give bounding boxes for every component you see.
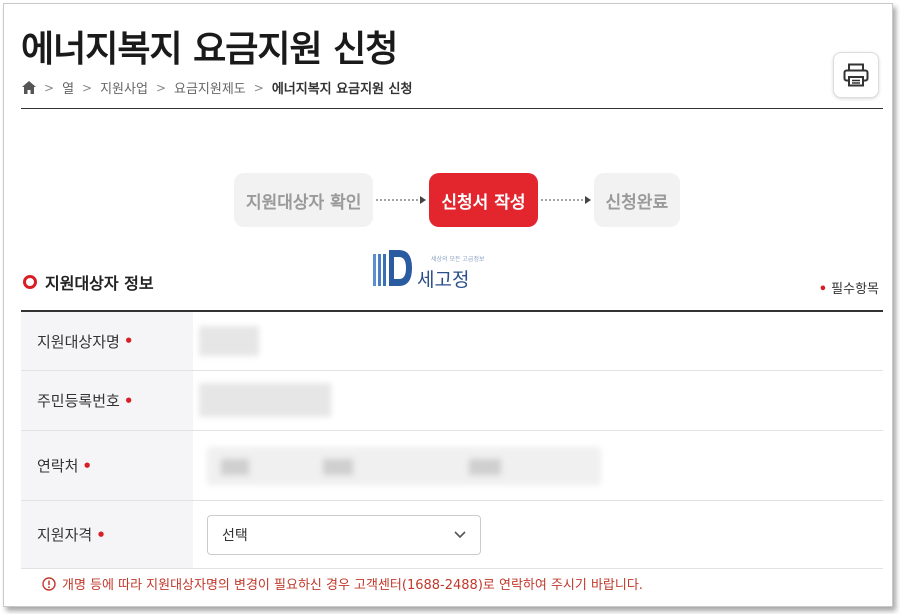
redacted-value bbox=[469, 459, 501, 475]
step-complete: 신청완료 bbox=[593, 173, 681, 227]
print-button[interactable] bbox=[833, 52, 879, 98]
breadcrumb-current: 에너지복지 요금지원 신청 bbox=[271, 82, 413, 97]
breadcrumb-item-1[interactable]: 열 bbox=[62, 78, 74, 97]
notice-message: 개명 등에 따라 지원대상자명의 변경이 필요하신 경우 고객센터(1688-2… bbox=[42, 574, 643, 593]
section-title-text: 지원대상자 정보 bbox=[45, 274, 154, 293]
label-text: 지원자격 bbox=[37, 526, 93, 544]
title-divider bbox=[21, 108, 883, 109]
arrow-right-icon bbox=[540, 196, 591, 204]
progress-steps: 지원대상자 확인 신청서 작성 신청완료 bbox=[234, 173, 681, 227]
form-row-name: 지원대상자명 • bbox=[21, 312, 883, 371]
field-label-rrn: 주민등록번호 • bbox=[21, 371, 193, 430]
label-text: 연락처 bbox=[37, 457, 79, 475]
field-value-phone bbox=[193, 431, 883, 500]
field-value-qualification: 선택 bbox=[193, 501, 883, 568]
redacted-value bbox=[221, 459, 249, 475]
field-value-name bbox=[193, 312, 883, 370]
field-label-qualification: 지원자격 • bbox=[21, 501, 193, 568]
logo-mark-icon bbox=[373, 250, 412, 286]
form-row-phone: 연락처 • bbox=[21, 431, 883, 501]
arrow-right-icon bbox=[376, 196, 427, 204]
ring-icon bbox=[23, 275, 37, 289]
breadcrumb-separator: > bbox=[253, 80, 264, 95]
step-write-application: 신청서 작성 bbox=[429, 173, 538, 227]
breadcrumb: > 열 > 지원사업 > 요금지원제도 > 에너지복지 요금지원 신청 bbox=[22, 78, 412, 97]
breadcrumb-separator: > bbox=[155, 80, 166, 95]
watermark-name: 세고정 bbox=[417, 269, 470, 291]
redacted-value bbox=[199, 326, 259, 356]
required-mark: • bbox=[123, 332, 134, 350]
required-mark: • bbox=[82, 456, 92, 475]
redacted-value bbox=[199, 383, 331, 417]
watermark-tagline: 세상의 모든 고급정보 bbox=[431, 256, 485, 263]
form-row-rrn: 주민등록번호 • bbox=[21, 371, 883, 431]
field-value-rrn bbox=[193, 371, 883, 430]
required-note-text: 필수항목 bbox=[831, 282, 879, 297]
step-confirm-target: 지원대상자 확인 bbox=[234, 173, 374, 227]
breadcrumb-item-2[interactable]: 지원사업 bbox=[100, 78, 148, 97]
qualification-select[interactable]: 선택 bbox=[207, 515, 481, 555]
page-title: 에너지복지 요금지원 신청 bbox=[21, 29, 398, 70]
required-note: • 필수항목 bbox=[819, 278, 879, 297]
redacted-value bbox=[207, 447, 601, 485]
watermark-logo: 세상의 모든 고급정보 세고정 bbox=[373, 248, 485, 292]
field-label-phone: 연락처 • bbox=[21, 431, 193, 500]
section-title: 지원대상자 정보 bbox=[23, 270, 154, 294]
required-mark: • bbox=[123, 391, 134, 410]
label-text: 주민등록번호 bbox=[37, 392, 120, 410]
applicant-form: 지원대상자명 • 주민등록번호 • 연락처 • 지원자격 • 선택 bbox=[21, 310, 883, 569]
breadcrumb-separator: > bbox=[44, 80, 55, 95]
breadcrumb-item-3[interactable]: 요금지원제도 bbox=[174, 78, 246, 97]
breadcrumb-separator: > bbox=[82, 80, 93, 95]
required-mark: • bbox=[818, 282, 828, 297]
notice-text: 개명 등에 따라 지원대상자명의 변경이 필요하신 경우 고객센터(1688-2… bbox=[62, 578, 643, 593]
printer-icon bbox=[843, 63, 869, 87]
required-mark: • bbox=[96, 525, 106, 544]
home-icon[interactable] bbox=[22, 81, 36, 94]
page-frame: 에너지복지 요금지원 신청 > 열 > 지원사업 > 요금지원제도 > 에너지복… bbox=[3, 3, 893, 607]
alert-circle-icon bbox=[42, 576, 56, 591]
form-row-qualification: 지원자격 • 선택 bbox=[21, 501, 883, 569]
field-label-name: 지원대상자명 • bbox=[21, 312, 193, 370]
label-text: 지원대상자명 bbox=[37, 332, 120, 351]
redacted-value bbox=[323, 459, 353, 475]
chevron-down-icon bbox=[454, 531, 466, 539]
select-value: 선택 bbox=[222, 528, 248, 544]
